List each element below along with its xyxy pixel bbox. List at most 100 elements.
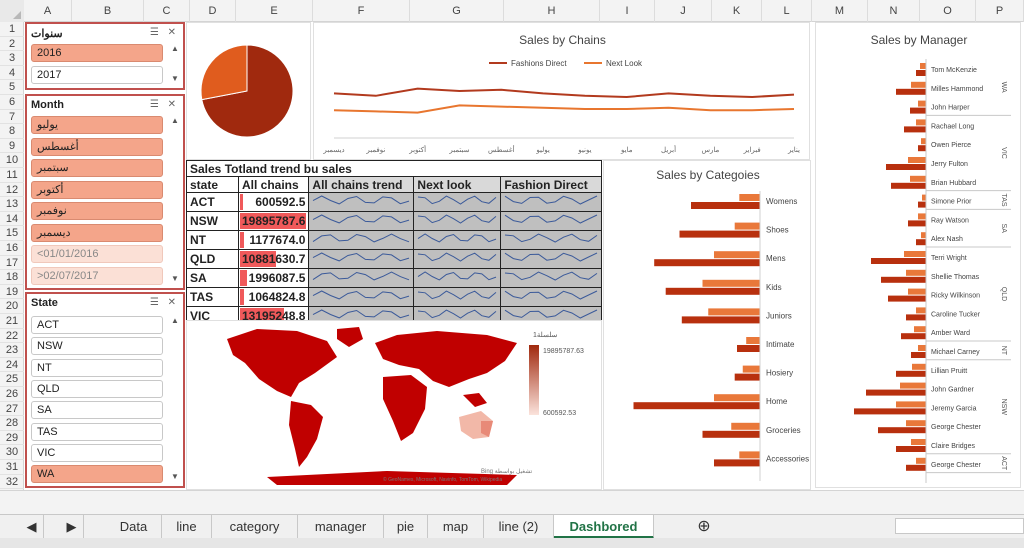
row-header[interactable]: 11 [0, 168, 24, 183]
select-all-corner[interactable] [0, 0, 24, 22]
state-cell[interactable]: SA [186, 268, 239, 288]
sparkline-cell[interactable] [308, 287, 415, 307]
sparkline-cell[interactable] [500, 192, 603, 212]
all-chains-cell[interactable]: 1996087.5 [237, 268, 310, 288]
all-chains-cell[interactable]: 1064824.8 [237, 287, 310, 307]
column-header[interactable]: M [812, 0, 868, 22]
column-header[interactable]: F [313, 0, 410, 22]
sheet-tab[interactable]: Dashbored [554, 515, 654, 539]
state-cell[interactable]: NT [186, 230, 239, 250]
row-header[interactable]: 22 [0, 329, 24, 344]
row-header[interactable]: 9 [0, 139, 24, 154]
slicer-item[interactable]: نوفمبر [31, 202, 163, 220]
multiselect-clear-filter-icons[interactable]: ☰ ✕ [150, 297, 179, 308]
slicer-item[interactable]: NSW [31, 337, 163, 356]
slicer-month[interactable]: Month ☰ ✕ يوليو أغسطس سبتمبر أكتوبر نوفمبر دي… [25, 94, 185, 290]
row-header[interactable]: 28 [0, 416, 24, 431]
all-chains-cell[interactable]: 10881630.7 [237, 249, 310, 269]
add-sheet-icon[interactable]: ⊕ [690, 515, 718, 539]
table-row[interactable]: SA 1996087.5 [186, 268, 603, 288]
row-header[interactable]: 17 [0, 256, 24, 271]
sheet-tab[interactable]: line [162, 515, 212, 539]
row-header[interactable]: 3 [0, 51, 24, 66]
sparkline-cell[interactable] [413, 230, 502, 250]
sparkline-cell[interactable] [500, 287, 603, 307]
sparkline-cell[interactable] [500, 249, 603, 269]
row-header[interactable]: 18 [0, 270, 24, 285]
slicer-item[interactable]: ACT [31, 316, 163, 334]
sparkline-cell[interactable] [413, 268, 502, 288]
row-header[interactable]: 31 [0, 460, 24, 475]
scroll-up-icon[interactable]: ▲ [170, 116, 180, 126]
scroll-down-icon[interactable]: ▼ [170, 74, 180, 84]
sales-by-chains-panel[interactable]: Sales by Chains Fashions Direct Next Look… [313, 22, 810, 160]
tab-scroll-right[interactable]: ▶ [60, 515, 84, 539]
slicer-item[interactable]: NT [31, 358, 163, 377]
sparkline-cell[interactable] [308, 211, 415, 231]
row-header[interactable]: 27 [0, 402, 24, 417]
row-header[interactable]: 16 [0, 241, 24, 256]
sparkline-cell[interactable] [413, 211, 502, 231]
row-header[interactable]: 8 [0, 124, 24, 139]
trend-table[interactable]: Sales Totland trend bu sales state All cha… [185, 160, 603, 345]
table-row[interactable]: QLD 10881630.7 [186, 249, 603, 269]
table-row[interactable]: ACT 600592.5 [186, 192, 603, 212]
row-header[interactable]: 26 [0, 387, 24, 402]
slicer-state[interactable]: State ☰ ✕ ACT NSW NT QLD SA TAS VIC WA ▲ ▼ [25, 292, 185, 488]
sparkline-cell[interactable] [500, 268, 603, 288]
row-header[interactable]: 2 [0, 37, 24, 52]
sheet-tab[interactable]: line (2) [484, 515, 554, 539]
scroll-up-icon[interactable]: ▲ [170, 316, 180, 326]
row-header[interactable]: 25 [0, 372, 24, 387]
table-row[interactable]: NT 1177674.0 [186, 230, 603, 250]
sparkline-cell[interactable] [413, 287, 502, 307]
row-header[interactable]: 32 [0, 475, 24, 490]
slicer-item[interactable]: 2016 [31, 44, 163, 62]
scroll-up-icon[interactable]: ▲ [170, 44, 180, 54]
slicer-item[interactable]: QLD [31, 379, 163, 398]
slicer-years[interactable]: سنوات ☰ ✕ 2016 2017 ▲ ▼ [25, 22, 185, 90]
column-header[interactable]: K [712, 0, 762, 22]
slicer-item[interactable]: سبتمبر [31, 159, 163, 177]
row-header[interactable]: 12 [0, 183, 24, 198]
sheet-tab[interactable]: Data [106, 515, 162, 539]
row-header[interactable]: 6 [0, 95, 24, 110]
slicer-item[interactable]: 2017 [31, 66, 163, 84]
column-header[interactable]: I [600, 0, 655, 22]
row-header[interactable]: 29 [0, 431, 24, 446]
sparkline-cell[interactable] [308, 230, 415, 250]
column-header-cell[interactable]: Next look [413, 176, 502, 193]
slicer-item[interactable]: ديسمبر [31, 223, 163, 242]
column-header[interactable]: B [72, 0, 144, 22]
sheet-tab[interactable]: category [212, 515, 298, 539]
scroll-down-icon[interactable]: ▼ [170, 472, 180, 482]
sales-by-manager-panel[interactable]: Sales by Manager Tom McKenzie Milles Hamm… [815, 22, 1021, 488]
horizontal-scrollbar[interactable] [895, 518, 1024, 534]
row-header[interactable]: 20 [0, 299, 24, 314]
column-header[interactable]: J [655, 0, 712, 22]
sheet-tab[interactable]: manager [298, 515, 384, 539]
row-header[interactable]: 7 [0, 110, 24, 125]
multiselect-clear-filter-icons[interactable]: ☰ ✕ [150, 99, 179, 110]
column-header[interactable]: P [976, 0, 1024, 22]
column-header-cell[interactable]: All chains [237, 176, 310, 193]
slicer-item[interactable]: VIC [31, 443, 163, 462]
multiselect-clear-filter-icons[interactable]: ☰ ✕ [150, 27, 179, 38]
state-cell[interactable]: NSW [186, 211, 239, 231]
slicer-item[interactable]: <01/01/2016 [31, 245, 163, 263]
column-header-cell[interactable]: All chains trend [308, 176, 415, 193]
row-header[interactable]: 14 [0, 212, 24, 227]
slicer-item[interactable]: يوليو [31, 116, 163, 134]
state-cell[interactable]: ACT [186, 192, 239, 212]
column-header[interactable]: H [504, 0, 600, 22]
all-chains-cell[interactable]: 1177674.0 [237, 230, 310, 250]
slicer-item[interactable]: TAS [31, 422, 163, 441]
row-header[interactable]: 23 [0, 343, 24, 358]
row-header[interactable]: 24 [0, 358, 24, 373]
all-chains-cell[interactable]: 19895787.6 [237, 211, 310, 231]
sparkline-cell[interactable] [308, 192, 415, 212]
sheet-tab[interactable]: map [428, 515, 484, 539]
column-header[interactable]: L [762, 0, 812, 22]
row-header[interactable]: 15 [0, 226, 24, 241]
sparkline-cell[interactable] [413, 192, 502, 212]
